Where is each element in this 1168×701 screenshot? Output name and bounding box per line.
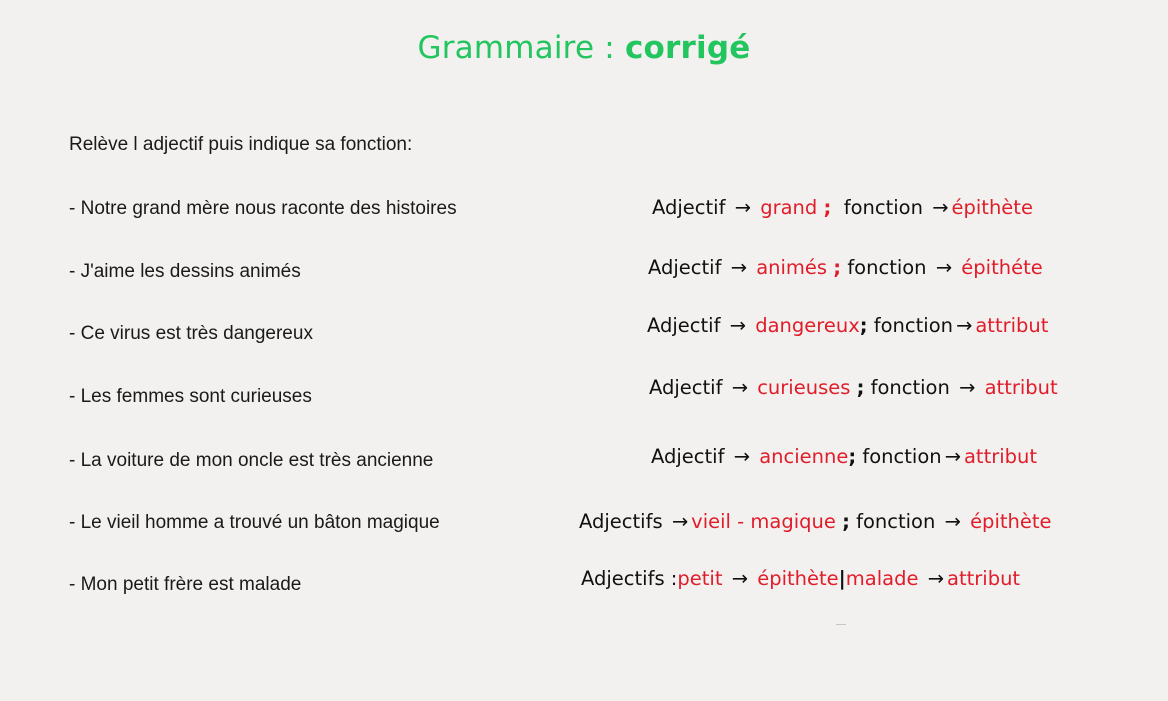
sentence-4: - Les femmes sont curieuses	[69, 386, 312, 407]
sentence-7: - Mon petit frère est malade	[69, 574, 302, 595]
semicolon: ;	[848, 445, 857, 468]
adjective-answer: vieil - magique	[691, 510, 836, 533]
fonction-answer: attribut	[963, 445, 1038, 468]
fonction-label: fonction	[862, 445, 942, 468]
sentence-6: - Le vieil homme a trouvé un bâton magiq…	[69, 512, 440, 533]
fonction-answer-1: épithète	[757, 567, 839, 590]
fonction-label: fonction	[873, 314, 953, 337]
semicolon: ;	[842, 510, 850, 533]
title-regular: Grammaire :	[417, 30, 625, 66]
semicolon: ;	[856, 376, 865, 399]
fonction-answer-2: attribut	[947, 567, 1021, 590]
answer-1: Adjectif → grand ; fonction → épithète	[652, 196, 1033, 219]
answer-7: Adjectifs :petit → épithète|malade → attr…	[581, 567, 1020, 590]
arrow-icon: →	[935, 256, 953, 279]
sentence-1: - Notre grand mère nous raconte des hist…	[69, 198, 457, 219]
arrow-icon: →	[731, 376, 748, 399]
arrow-icon: →	[731, 567, 749, 590]
arrow-icon: →	[944, 445, 961, 468]
arrow-icon: →	[734, 196, 751, 219]
page-title: Grammaire : corrigé	[0, 30, 1168, 66]
fonction-label: fonction	[843, 196, 923, 219]
decorative-speck	[836, 624, 846, 625]
adjective-answer-1: petit	[677, 567, 723, 590]
answer-3: Adjectif → dangereux; fonction → attribut	[647, 314, 1048, 337]
semicolon: ;	[823, 196, 832, 219]
fonction-label: fonction	[847, 256, 927, 279]
fonction-answer: attribut	[975, 314, 1049, 337]
fonction-answer: épithète	[970, 510, 1052, 533]
adjective-answer: dangereux	[755, 314, 860, 337]
semicolon: ;	[833, 256, 842, 279]
adjectif-label: Adjectif	[649, 376, 723, 399]
fonction-answer: épithète	[951, 196, 1033, 219]
title-bold: corrigé	[624, 30, 751, 66]
adjectif-label: Adjectifs	[579, 510, 663, 533]
sentence-2: - J'aime les dessins animés	[69, 261, 301, 282]
answer-2: Adjectif → animés ; fonction → épithéte	[648, 256, 1043, 279]
arrow-icon: →	[671, 510, 689, 533]
adjectif-label: Adjectif	[648, 256, 722, 279]
fonction-label: fonction	[870, 376, 950, 399]
adjectif-label: Adjectif	[647, 314, 721, 337]
fonction-label: fonction	[856, 510, 936, 533]
adjectif-label: Adjectif	[652, 196, 726, 219]
answer-4: Adjectif → curieuses ; fonction → attrib…	[649, 376, 1058, 399]
arrow-icon: →	[956, 314, 973, 337]
sentence-3: - Ce virus est très dangereux	[69, 323, 313, 344]
fonction-answer: attribut	[984, 376, 1058, 399]
adjective-answer: ancienne	[759, 445, 849, 468]
adjectif-label: Adjectif	[651, 445, 725, 468]
adjective-answer: grand	[760, 196, 818, 219]
answer-6: Adjectifs → vieil - magique ; fonction → …	[579, 510, 1052, 533]
sentence-5: - La voiture de mon oncle est très ancie…	[69, 450, 434, 471]
arrow-icon: →	[932, 196, 949, 219]
arrow-icon: →	[927, 567, 945, 590]
semicolon: ;	[859, 314, 868, 337]
adjective-answer: animés	[756, 256, 828, 279]
adjective-answer-2: malade	[845, 567, 919, 590]
separator: |	[838, 567, 846, 590]
answer-5: Adjectif → ancienne; fonction → attribut	[651, 445, 1037, 468]
adjective-answer: curieuses	[757, 376, 851, 399]
arrow-icon: →	[733, 445, 750, 468]
arrow-icon: →	[959, 376, 976, 399]
arrow-icon: →	[944, 510, 961, 533]
arrow-icon: →	[729, 314, 746, 337]
instruction: Relève l adjectif puis indique sa foncti…	[69, 134, 413, 155]
fonction-answer: épithéte	[961, 256, 1043, 279]
adjectif-label: Adjectifs :	[581, 567, 678, 590]
arrow-icon: →	[730, 256, 747, 279]
